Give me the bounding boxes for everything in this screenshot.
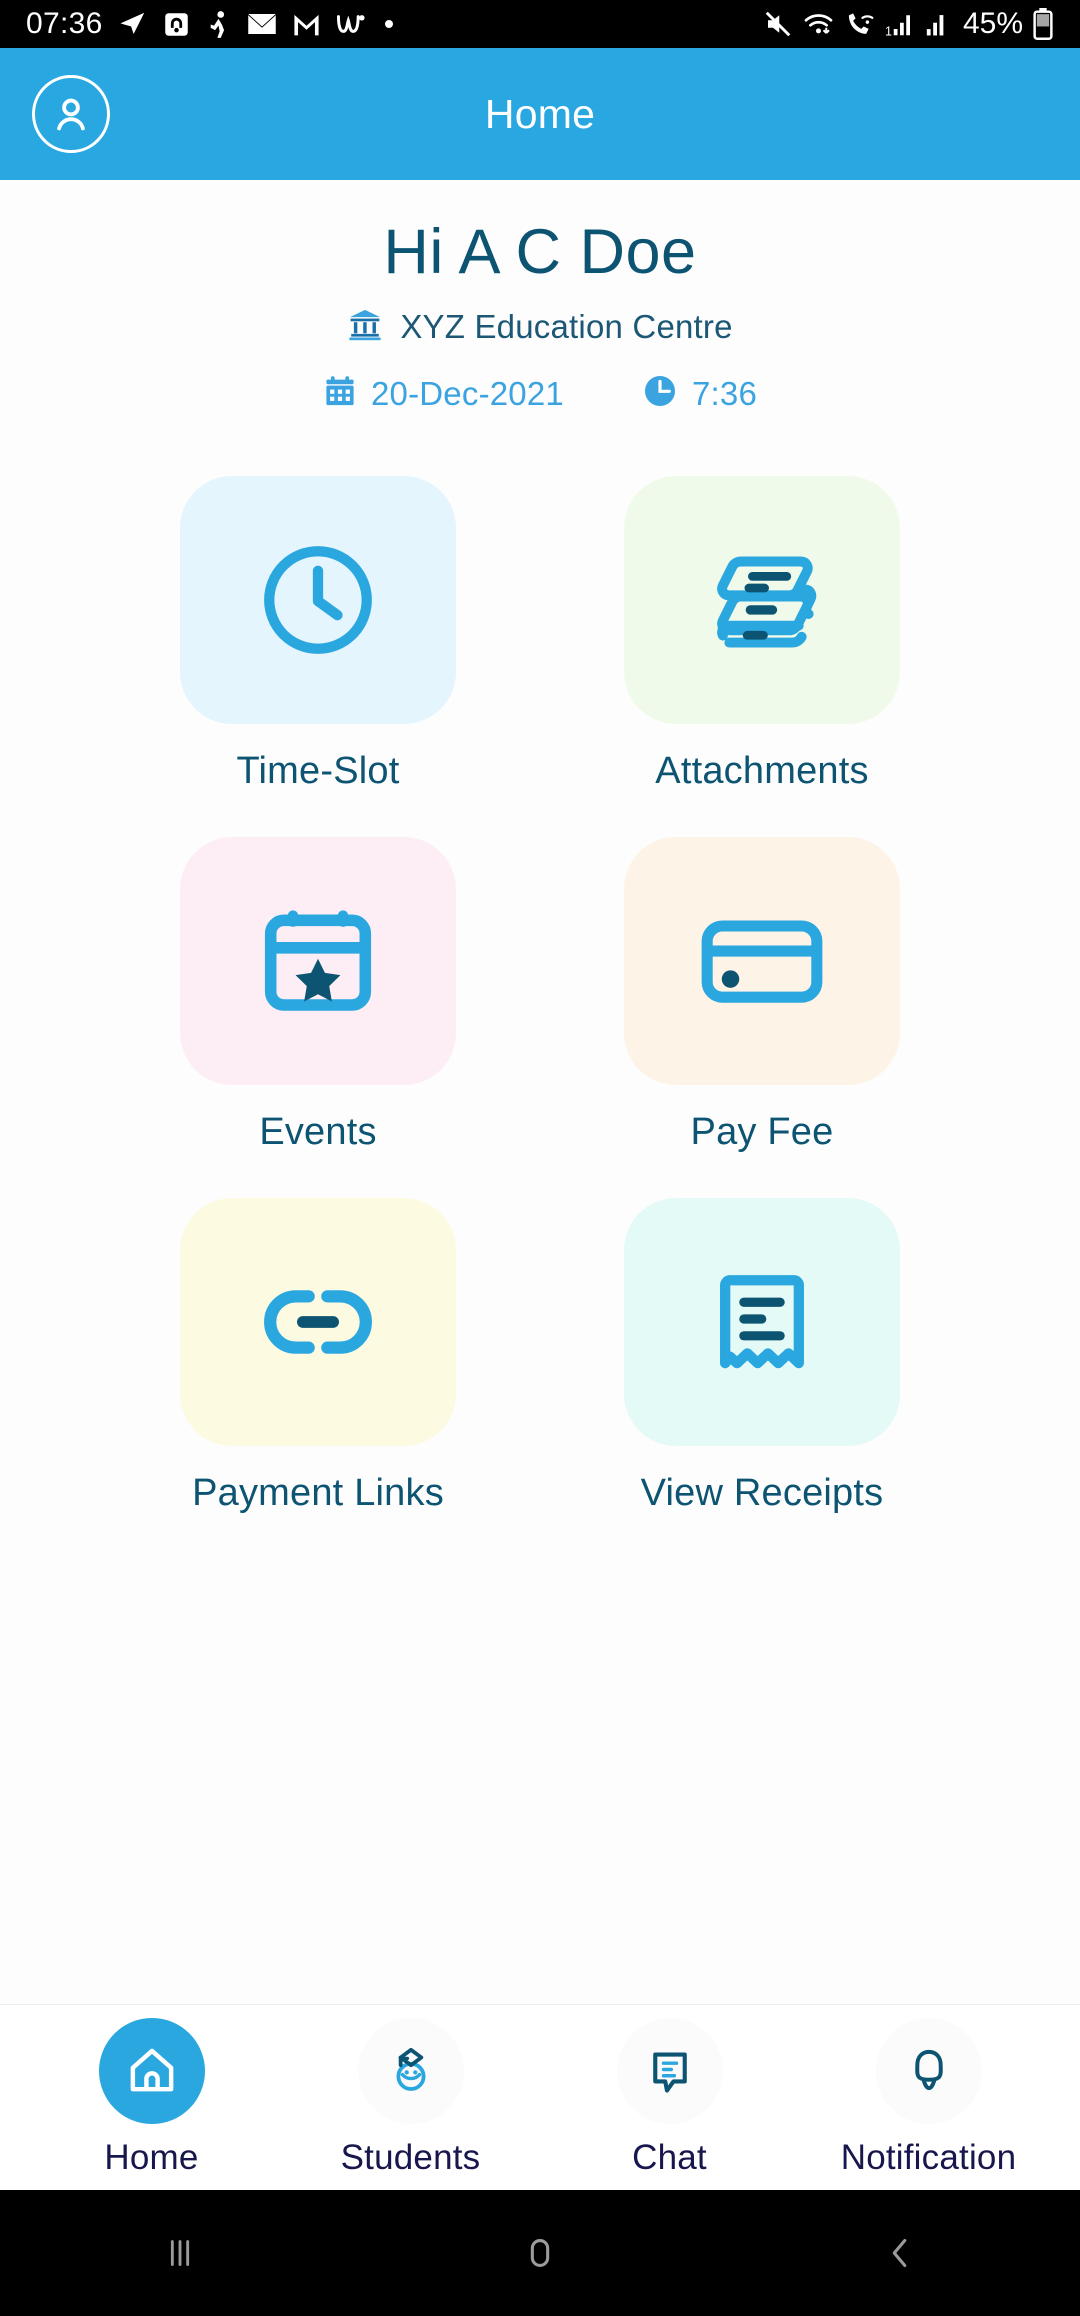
calendar-icon [323,374,357,413]
android-back-icon [892,2239,907,2267]
home-icon [130,2048,173,2091]
link-icon [264,1290,372,1355]
feature-grid: Time-Slot Attachments Events Pay Fee Pay… [0,476,1080,1559]
main-content: Hi A C Doe XYZ Education Centre 20-Dec-2… [0,180,1080,2004]
tile-view-receipts[interactable]: View Receipts [540,1198,984,1559]
user-avatar-icon [57,98,85,131]
android-navigation-bar [0,2190,1080,2316]
status-bar: 07:36 1 45% [0,0,1080,48]
tile-label: Attachments [655,750,869,793]
nav-label: Students [340,2137,481,2177]
tile-label: Pay Fee [690,1111,834,1154]
recent-apps-icon [170,2240,190,2266]
dot-icon [383,18,395,30]
tile-time-slot-box[interactable] [180,476,456,725]
battery-icon [1032,8,1054,40]
tile-view-receipts-box[interactable] [624,1198,900,1447]
tile-label: View Receipts [640,1472,884,1515]
tile-payment-links-box[interactable] [180,1198,456,1447]
receipt-icon [720,1275,804,1369]
call-wifi-icon [844,9,876,39]
date-label: 20-Dec-2021 [370,374,564,412]
tile-events[interactable]: Events [96,837,540,1198]
nav-notification-circle[interactable] [875,2017,982,2124]
tile-payment-links[interactable]: Payment Links [96,1198,540,1559]
nav-home-circle[interactable] [98,2017,205,2124]
svg-text:1: 1 [885,24,892,38]
recent-apps-button[interactable] [80,2190,280,2316]
organisation-row: XYZ Education Centre [0,306,1080,347]
page-title: Home [484,90,596,137]
tile-attachments[interactable]: Attachments [540,476,984,837]
android-back-button[interactable] [800,2190,1000,2316]
status-bar-clock: 07:36 [26,7,103,40]
tile-label: Time-Slot [236,750,400,793]
date-item: 20-Dec-2021 [323,374,564,413]
tile-label: Payment Links [192,1472,444,1515]
time-label: 7:36 [691,374,757,412]
tile-time-slot[interactable]: Time-Slot [96,476,540,837]
organisation-name: XYZ Education Centre [400,307,733,345]
graduate-face-icon [395,2047,426,2091]
documents-stack-icon [717,556,817,648]
tile-label: Events [259,1111,377,1154]
phone-screen: 07:36 1 45% Home Hi A C Doe XYZ Educatio… [0,0,1080,2316]
nav-item-chat[interactable]: Chat [562,2017,778,2178]
app-bar: Home [0,48,1080,180]
greeting-name: Hi A C Doe [383,217,697,287]
clock-icon [264,546,372,655]
signal-1-icon: 1 [885,10,915,38]
calendar-star-icon [264,910,372,1012]
chat-bubble-icon [652,2051,687,2093]
date-time-row: 20-Dec-2021 7:36 [0,373,1080,414]
credit-card-icon [701,920,823,1004]
time-item: 7:36 [642,373,757,414]
tile-events-box[interactable] [180,837,456,1086]
mail-icon [247,11,277,37]
gmail-icon [292,11,321,38]
bottom-navigation: Home Students Chat Notification [0,2004,1080,2190]
android-home-icon [530,2239,550,2267]
nav-item-students[interactable]: Students [303,2017,519,2178]
tile-attachments-box[interactable] [624,476,900,725]
clock-icon [642,373,678,414]
nav-label: Home [104,2137,199,2177]
tile-pay-fee-box[interactable] [624,837,900,1086]
nav-label: Chat [632,2137,707,2177]
nav-students-circle[interactable] [357,2017,464,2124]
institution-icon [347,306,383,347]
running-app-icon [205,10,232,39]
nav-chat-circle[interactable] [616,2017,723,2124]
battery-percent-label: 45% [962,7,1023,40]
nav-item-notification[interactable]: Notification [821,2017,1037,2178]
telegram-icon [118,9,148,39]
avatar[interactable] [32,75,110,153]
android-home-button[interactable] [440,2190,640,2316]
whatsapp-business-icon [336,11,368,37]
greeting-section: Hi A C Doe XYZ Education Centre 20-Dec-2… [0,180,1080,414]
nav-item-home[interactable]: Home [44,2017,260,2178]
signal-2-icon [924,10,950,38]
headphone-app-icon [163,11,190,38]
tile-pay-fee[interactable]: Pay Fee [540,837,984,1198]
mute-icon [763,9,793,39]
status-bar-right: 1 45% [763,7,1054,41]
nav-label: Notification [840,2137,1017,2177]
status-bar-left: 07:36 [26,7,395,41]
bell-icon [914,2049,943,2090]
wifi-icon [802,9,835,39]
